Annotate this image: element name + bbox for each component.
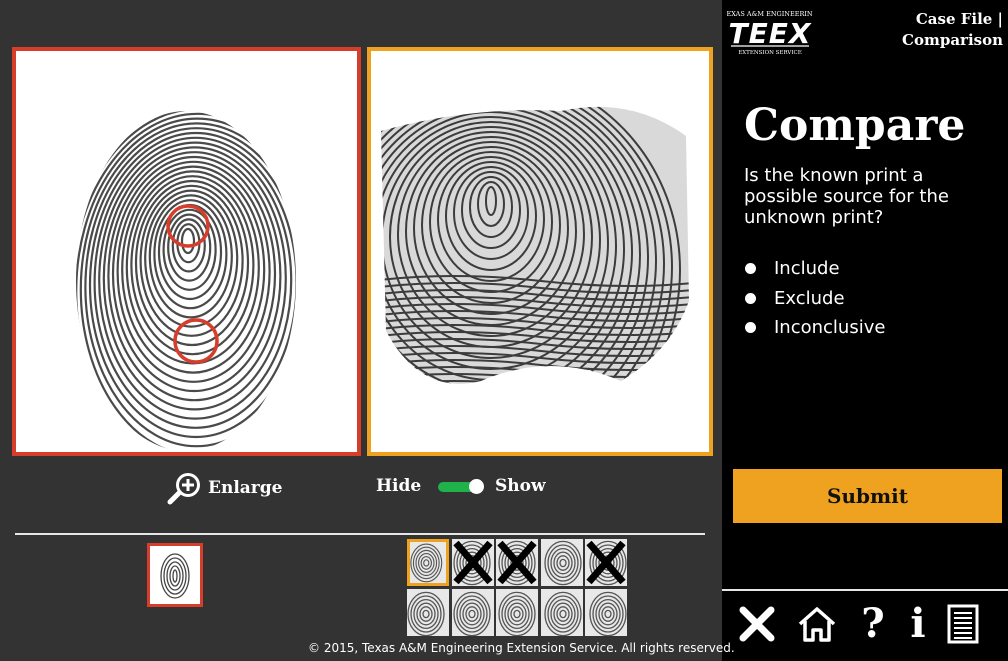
known-print-panel[interactable] [12,47,361,456]
home-icon[interactable] [797,603,837,645]
option-exclude[interactable]: Exclude [744,284,885,314]
option-label: Inconclusive [774,317,886,339]
thumbnail-image [410,542,446,583]
unknown-print-thumbnail[interactable] [585,539,627,586]
excluded-x-icon [497,540,537,585]
known-print-thumbnail[interactable] [147,543,203,607]
option-include[interactable]: Include [744,254,885,284]
submit-button[interactable]: Submit [733,469,1002,523]
unknown-print-thumbnail[interactable] [541,539,583,586]
radio-button[interactable] [745,292,756,304]
unknown-print-thumbnail[interactable] [585,589,627,636]
case-title-line2: Comparison [902,31,1003,49]
decision-options: Include Exclude Inconclusive [744,254,885,343]
enlarge-label: Enlarge [208,478,283,498]
document-icon[interactable] [943,603,983,645]
option-label: Include [774,258,840,280]
case-title-line1: Case File | [915,10,1003,28]
enlarge-button[interactable]: Enlarge [166,470,282,506]
thumbnail-divider [15,533,705,535]
show-label[interactable]: Show [495,476,546,496]
case-title: Case File | Comparison [902,9,1003,51]
thumbnail-image [150,546,200,604]
unknown-print-thumbnail[interactable] [407,539,449,586]
excluded-x-icon [453,540,493,585]
hide-label[interactable]: Hide [376,476,421,496]
unknown-print-thumbnail[interactable] [496,539,538,586]
unknown-print-thumbnail[interactable] [407,589,449,636]
teex-logo[interactable]: TEXAS A&M ENGINEERING TEEX EXTENSION SER… [727,8,813,56]
markers-toggle[interactable] [438,479,484,494]
unknown-print-thumbnail[interactable] [541,589,583,636]
zoom-in-icon [167,473,200,505]
excluded-x-icon [586,540,626,585]
thumbnail-image [496,589,538,636]
svg-text:EXTENSION SERVICE: EXTENSION SERVICE [738,50,802,56]
option-label: Exclude [774,287,845,309]
thumbnail-image [541,589,583,636]
known-fingerprint-image [16,51,357,452]
close-icon[interactable] [737,603,777,645]
unknown-print-thumbnail[interactable] [452,589,494,636]
thumbnail-image [541,539,583,586]
unknown-fingerprint-image [371,51,709,452]
unknown-print-panel[interactable] [367,47,713,456]
thumbnail-image [452,589,494,636]
thumbnail-image [585,589,627,636]
copyright-text: © 2015, Texas A&M Engineering Extension … [308,641,735,655]
thumbnail-image [407,589,449,636]
toggle-knob [469,479,484,494]
unknown-print-thumbnail[interactable] [496,589,538,636]
option-inconclusive[interactable]: Inconclusive [744,313,885,343]
unknown-print-thumbnail[interactable] [452,539,494,586]
radio-button[interactable] [745,322,756,334]
svg-text:TEEX: TEEX [729,17,812,50]
radio-button[interactable] [745,263,756,275]
nav-divider [722,589,1008,591]
page-title: Compare [744,100,966,151]
question-text: Is the known print a possible source for… [744,165,949,228]
info-icon[interactable]: i [898,603,938,645]
help-icon[interactable]: ? [853,603,893,645]
